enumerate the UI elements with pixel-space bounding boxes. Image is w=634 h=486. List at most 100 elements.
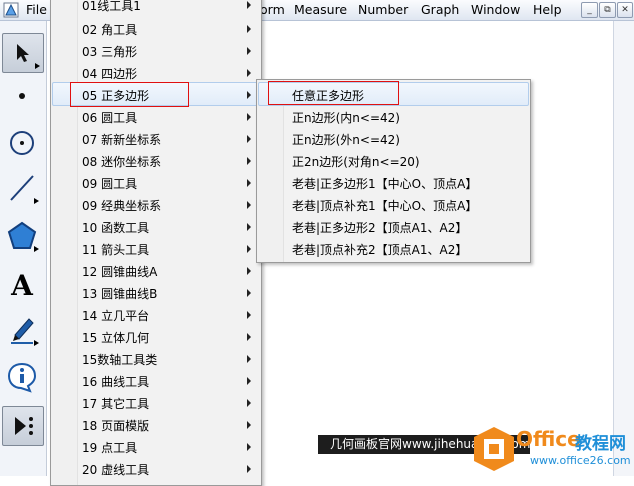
menu-item-19[interactable]: 19 点工具	[52, 435, 260, 457]
submenu-arrow-icon	[247, 25, 251, 33]
submenu-arrow-icon	[247, 157, 251, 165]
custom-tools-menu: 01线工具1 02 角工具 03 三角形 04 四边形 05 正多边形 06 圆…	[50, 0, 262, 486]
submenu-item-label: 老巷|正多边形1【中心O、顶点A】	[292, 177, 478, 191]
text-tool[interactable]: A	[2, 266, 42, 304]
menu-item-label: 12 圆锥曲线A	[82, 265, 158, 279]
menu-item-15a[interactable]: 15 立体几何	[52, 325, 260, 347]
menu-item-11[interactable]: 11 箭头工具	[52, 237, 260, 259]
submenu-arrow-icon	[247, 179, 251, 187]
point-tool[interactable]	[2, 77, 42, 115]
menu-item-02[interactable]: 02 角工具	[52, 17, 260, 39]
marker-tool[interactable]	[2, 311, 42, 349]
menu-item-08[interactable]: 08 迷你坐标系	[52, 149, 260, 171]
menu-graph[interactable]: Graph	[421, 2, 459, 17]
menu-number[interactable]: Number	[358, 2, 408, 17]
menu-item-label: 14 立几平台	[82, 309, 150, 323]
custom-tools[interactable]	[2, 406, 44, 446]
menu-item-17[interactable]: 17 其它工具	[52, 391, 260, 413]
menu-help[interactable]: Help	[533, 2, 562, 17]
custom-tool-icon	[15, 417, 33, 435]
arrow-icon	[17, 44, 29, 62]
submenu-arrow-icon	[247, 91, 251, 99]
menu-file[interactable]: File	[26, 2, 47, 17]
menu-item-09a[interactable]: 09 圆工具	[52, 171, 260, 193]
menu-item-label: 09 经典坐标系	[82, 199, 162, 213]
menu-item-label: 03 三角形	[82, 45, 138, 59]
menu-window[interactable]: Window	[471, 2, 520, 17]
submenu-arrow-icon	[247, 399, 251, 407]
submenu-arrow-icon	[247, 223, 251, 231]
logo-word-tutorial: 教程网	[575, 434, 626, 454]
submenu-item-label: 老巷|顶点补充2【顶点A1、A2】	[292, 243, 468, 257]
submenu-item-any-regular-polygon[interactable]: 任意正多边形	[258, 82, 529, 106]
submenu-arrow-icon	[247, 245, 251, 253]
menu-measure[interactable]: Measure	[294, 2, 347, 17]
submenu-item-label: 老巷|正多边形2【顶点A1、A2】	[292, 221, 468, 235]
logo-word-office: Office	[516, 427, 581, 451]
menu-item-13[interactable]: 13 圆锥曲线B	[52, 281, 260, 303]
submenu-item-inner-n-gon[interactable]: 正n边形(内n<=42)	[258, 105, 529, 127]
submenu-arrow-icon	[247, 443, 251, 451]
menu-item-label: 13 圆锥曲线B	[82, 287, 158, 301]
minimize-button[interactable]: _	[581, 2, 598, 18]
arrow-select-tool[interactable]	[2, 33, 44, 73]
menu-item-14[interactable]: 14 立几平台	[52, 303, 260, 325]
menu-item-18[interactable]: 18 页面模版	[52, 413, 260, 435]
regular-polygon-submenu: 任意正多边形 正n边形(内n<=42) 正n边形(外n<=42) 正2n边形(对…	[256, 79, 531, 263]
submenu-item-2n-gon[interactable]: 正2n边形(对角n<=20)	[258, 149, 529, 171]
submenu-item-vertex2[interactable]: 老巷|顶点补充2【顶点A1、A2】	[258, 237, 529, 259]
menu-item-label: 09 圆工具	[82, 177, 138, 191]
submenu-arrow-icon	[247, 333, 251, 341]
submenu-item-outer-n-gon[interactable]: 正n边形(外n<=42)	[258, 127, 529, 149]
submenu-item-label: 正n边形(外n<=42)	[292, 133, 400, 147]
menu-item-label: 16 曲线工具	[82, 375, 150, 389]
menu-item-16[interactable]: 16 曲线工具	[52, 369, 260, 391]
menu-item-label: 01线工具1	[82, 0, 141, 13]
circle-icon	[10, 131, 34, 155]
menu-item-label: 08 迷你坐标系	[82, 155, 162, 169]
submenu-item-polygon1[interactable]: 老巷|正多边形1【中心O、顶点A】	[258, 171, 529, 193]
submenu-arrow-icon	[247, 421, 251, 429]
submenu-item-polygon2[interactable]: 老巷|正多边形2【顶点A1、A2】	[258, 215, 529, 237]
logo-url: www.office26.com	[530, 454, 631, 467]
menu-item-label: 20 虚线工具	[82, 463, 150, 477]
submenu-arrow-icon	[247, 113, 251, 121]
menu-item-04[interactable]: 04 四边形	[52, 61, 260, 83]
close-button[interactable]: ✕	[617, 2, 633, 18]
point-icon	[19, 93, 25, 99]
straightedge-tool[interactable]	[2, 169, 42, 207]
menu-item-label: 02 角工具	[82, 23, 138, 37]
menu-item-09b[interactable]: 09 经典坐标系	[52, 193, 260, 215]
office-logo-icon	[474, 427, 514, 471]
submenu-item-label: 正n边形(内n<=42)	[292, 111, 400, 125]
polygon-tool[interactable]	[2, 217, 42, 255]
submenu-arrow-icon	[247, 377, 251, 385]
menu-item-05-regular-polygon[interactable]: 05 正多边形	[52, 82, 260, 106]
submenu-item-label: 任意正多边形	[292, 89, 365, 103]
office-logo-watermark: Office 教程网 www.office26.com	[470, 423, 634, 476]
compass-tool[interactable]	[2, 124, 42, 162]
menu-item-03[interactable]: 03 三角形	[52, 39, 260, 61]
menu-item-label: 04 四边形	[82, 67, 138, 81]
menu-item-label: 07 新新坐标系	[82, 133, 162, 147]
submenu-item-vertex1[interactable]: 老巷|顶点补充1【中心O、顶点A】	[258, 193, 529, 215]
menu-item-07[interactable]: 07 新新坐标系	[52, 127, 260, 149]
information-tool[interactable]	[2, 358, 42, 396]
menu-item-01[interactable]: 01线工具1	[52, 0, 260, 17]
submenu-arrow-icon	[247, 267, 251, 275]
menu-item-label: 10 函数工具	[82, 221, 150, 235]
menu-item-10[interactable]: 10 函数工具	[52, 215, 260, 237]
menu-item-06[interactable]: 06 圆工具	[52, 105, 260, 127]
menu-item-12[interactable]: 12 圆锥曲线A	[52, 259, 260, 281]
menu-item-15b[interactable]: 15数轴工具类	[52, 347, 260, 369]
menu-item-label: 15 立体几何	[82, 331, 150, 345]
restore-button[interactable]: ⧉	[599, 2, 616, 18]
app-icon[interactable]	[3, 2, 19, 18]
vertical-scrollbar[interactable]	[613, 21, 634, 476]
submenu-arrow-icon	[247, 289, 251, 297]
submenu-arrow-icon	[247, 135, 251, 143]
submenu-triangle-icon	[34, 246, 39, 252]
submenu-item-label: 正2n边形(对角n<=20)	[292, 155, 420, 169]
submenu-arrow-icon	[247, 311, 251, 319]
menu-transform[interactable]: orm	[260, 2, 285, 17]
